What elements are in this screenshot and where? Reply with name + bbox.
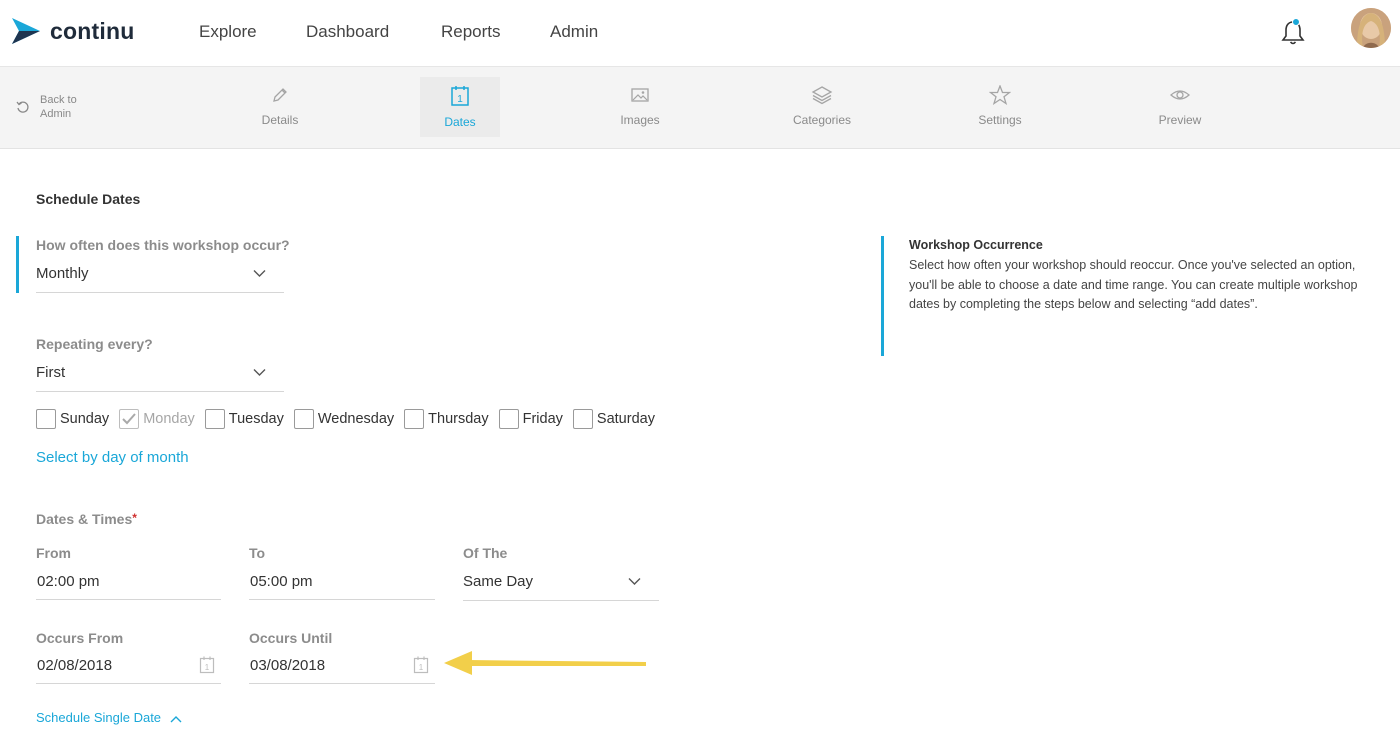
repeating-select[interactable]: First: [36, 364, 284, 392]
info-title: Workshop Occurrence: [909, 238, 1043, 252]
day-label: Sunday: [60, 411, 110, 427]
nav-admin[interactable]: Admin: [550, 22, 598, 42]
checkbox[interactable]: [36, 409, 56, 429]
occurs-until-date-input[interactable]: 03/08/2018 1: [249, 656, 435, 684]
back-to-admin-label: Back to Admin: [40, 94, 77, 120]
day-monday[interactable]: Monday: [119, 409, 195, 429]
tab-images[interactable]: Images: [600, 77, 680, 137]
nav-dashboard[interactable]: Dashboard: [306, 22, 389, 42]
info-body: Select how often your workshop should re…: [909, 258, 1358, 311]
day-tuesday[interactable]: Tuesday: [204, 409, 284, 429]
tab-preview[interactable]: Preview: [1140, 77, 1220, 137]
schedule-single-date-label: Schedule Single Date: [36, 710, 162, 725]
repeating-value: First: [36, 364, 66, 381]
tab-preview-label: Preview: [1158, 113, 1202, 127]
chevron-down-icon: [253, 369, 266, 376]
checkmark-icon: [122, 413, 136, 425]
focus-accent-bar: [16, 236, 19, 293]
section-title: Schedule Dates: [36, 191, 141, 207]
annotation-arrow-icon: [444, 651, 646, 675]
day-label: Thursday: [428, 411, 489, 427]
checkbox[interactable]: [498, 409, 519, 429]
weekday-checkboxes: Sunday Monday Tuesday Wednesday Thursday…: [36, 409, 665, 429]
calendar-icon: 1: [451, 86, 469, 106]
checkbox[interactable]: [293, 409, 314, 429]
brand-name: continu: [50, 17, 135, 44]
day-thursday[interactable]: Thursday: [404, 409, 489, 429]
of-the-select[interactable]: Same Day: [463, 573, 659, 601]
occurrence-label: How often does this workshop occur?: [36, 237, 290, 253]
undo-icon: [16, 101, 29, 113]
top-navbar: continu Explore Dashboard Reports Admin: [0, 0, 1400, 67]
tab-dates[interactable]: 1 Dates: [420, 77, 500, 137]
checkbox[interactable]: [572, 409, 593, 429]
notification-dot: [1292, 18, 1300, 26]
day-label: Wednesday: [317, 411, 395, 427]
occurs-from-date-input[interactable]: 02/08/2018 1: [36, 656, 221, 684]
dates-times-label: Dates & Times*: [36, 511, 137, 527]
svg-text:1: 1: [205, 663, 210, 672]
tab-images-label: Images: [620, 113, 660, 127]
tab-categories-label: Categories: [792, 113, 852, 127]
from-label: From: [36, 545, 71, 561]
calendar-icon[interactable]: 1: [413, 656, 429, 674]
nav-reports[interactable]: Reports: [441, 22, 501, 42]
from-time-value: 02:00 pm: [37, 573, 100, 590]
checkbox[interactable]: [204, 409, 225, 429]
required-asterisk: *: [132, 511, 137, 525]
avatar[interactable]: [1351, 8, 1391, 48]
occurrence-select[interactable]: Monthly: [36, 265, 284, 293]
occurrence-value: Monthly: [36, 265, 89, 282]
to-label: To: [249, 545, 266, 561]
repeating-label: Repeating every?: [36, 336, 153, 352]
day-sunday[interactable]: Sunday: [36, 409, 109, 429]
svg-text:1: 1: [457, 94, 463, 105]
day-label: Friday: [522, 411, 563, 427]
of-the-label: Of The: [463, 545, 508, 561]
continu-logo[interactable]: continu: [10, 16, 134, 46]
logo-arrow-icon: [12, 18, 40, 44]
to-time-value: 05:00 pm: [250, 573, 313, 590]
chevron-up-icon: [170, 715, 182, 723]
day-friday[interactable]: Friday: [498, 409, 563, 429]
occurs-until-label: Occurs Until: [249, 630, 333, 646]
day-wednesday[interactable]: Wednesday: [293, 409, 395, 429]
calendar-icon[interactable]: 1: [199, 656, 215, 674]
occurs-from-label: Occurs From: [36, 630, 124, 646]
info-accent-bar: [881, 236, 884, 356]
back-to-admin-button[interactable]: Back to Admin: [16, 93, 88, 121]
tab-categories[interactable]: Categories: [781, 77, 863, 137]
chevron-down-icon: [628, 578, 641, 585]
layers-icon: [811, 86, 833, 105]
svg-text:1: 1: [419, 663, 424, 672]
select-by-day-of-month-link[interactable]: Select by day of month: [36, 449, 189, 466]
day-label: Saturday: [596, 411, 655, 427]
day-saturday[interactable]: Saturday: [572, 409, 655, 429]
day-label: Monday: [143, 411, 195, 427]
tab-details[interactable]: Details: [240, 77, 320, 137]
occurs-from-value: 02/08/2018: [37, 657, 113, 674]
tab-dates-label: Dates: [444, 115, 476, 129]
checkbox[interactable]: [404, 409, 425, 429]
to-time-input[interactable]: 05:00 pm: [249, 573, 435, 600]
checkbox-checked[interactable]: [119, 409, 140, 429]
pencil-icon: [273, 88, 287, 102]
from-time-input[interactable]: 02:00 pm: [36, 573, 221, 600]
occurs-until-value: 03/08/2018: [250, 657, 326, 674]
star-icon: [989, 85, 1011, 105]
tab-settings-label: Settings: [978, 113, 1022, 127]
image-icon: [631, 88, 649, 102]
tab-settings[interactable]: Settings: [960, 77, 1040, 137]
tab-details-label: Details: [261, 113, 299, 127]
of-the-value: Same Day: [463, 573, 534, 590]
dates-times-text: Dates & Times: [36, 511, 133, 527]
chevron-down-icon: [253, 270, 266, 277]
day-label: Tuesday: [228, 411, 284, 427]
editor-step-toolbar: Back to Admin Details 1 Dates Images Cat…: [0, 67, 1400, 149]
schedule-single-date-link[interactable]: Schedule Single Date: [36, 710, 182, 725]
eye-icon: [1170, 90, 1190, 100]
nav-explore[interactable]: Explore: [199, 22, 257, 42]
